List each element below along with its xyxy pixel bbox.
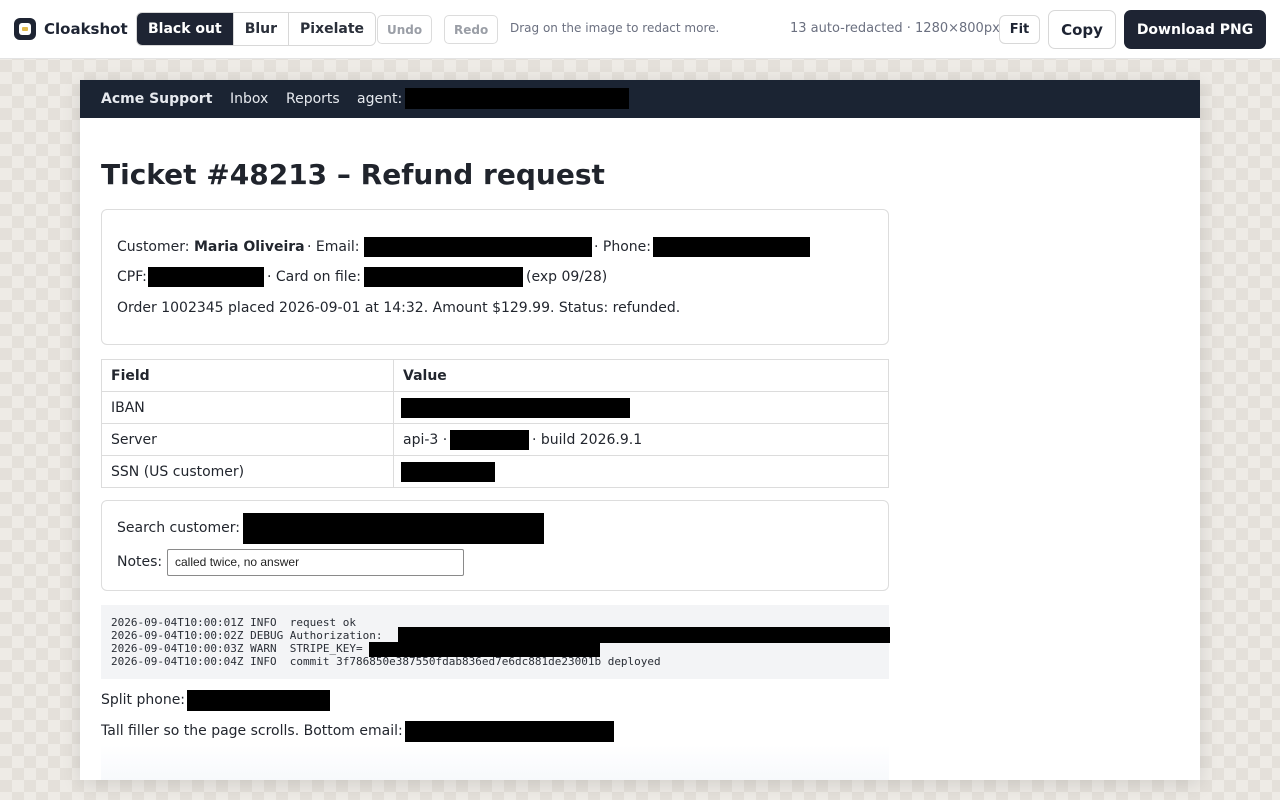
brand: Cloakshot [14,18,128,40]
fit-button[interactable]: Fit [999,15,1040,44]
redaction-status: 13 auto-redacted · 1280×800px [790,21,1000,36]
field-cell: SSN (US customer) [101,455,394,488]
order-line: Order 1002345 placed 2026-09-01 at 14:32… [117,300,681,316]
shot-agent-label: agent: [357,91,403,107]
search-form-card: Search customer: Notes: called twice, no… [101,500,889,591]
email-label: · Email: [307,239,360,255]
redaction-box-cpf[interactable] [148,267,264,287]
log-line: 2026-09-04T10:00:01Z INFO request ok [111,616,357,629]
redaction-box-phone[interactable] [653,237,810,257]
redaction-box-search-input[interactable] [243,513,544,544]
mode-black-out-button[interactable]: Black out [137,13,234,45]
card-expiry: (exp 09/28) [526,269,608,285]
cloakshot-logo-icon [14,18,36,40]
redaction-box-split-phone[interactable] [187,690,330,711]
customer-label: Customer: [117,239,190,255]
value-cell [393,391,889,424]
field-table: Field Value IBAN Server api-3 · · build … [101,359,889,488]
redaction-canvas[interactable]: Acme Support Inbox Reports agent: Ticket… [80,80,1200,780]
redaction-box-ssn[interactable] [401,462,495,482]
redaction-box-iban[interactable] [401,398,630,418]
cpf-label: CPF: [117,269,147,285]
field-cell: IBAN [101,391,394,424]
copy-button[interactable]: Copy [1048,10,1116,49]
redaction-box-bottom-email[interactable] [405,721,614,742]
app-toolbar: Cloakshot Black out Blur Pixelate Undo R… [0,0,1280,59]
drag-hint: Drag on the image to redact more. [510,21,720,35]
column-header-field: Field [101,359,394,392]
shot-brand: Acme Support [101,91,213,107]
mode-blur-button[interactable]: Blur [233,13,290,45]
notes-label: Notes: [117,554,163,570]
card-label: · Card on file: [267,269,362,285]
redaction-box-server-host[interactable] [450,430,529,450]
ticket-title: Ticket #48213 – Refund request [101,158,605,191]
redaction-mode-group: Black out Blur Pixelate [136,12,377,46]
table-row: Server api-3 · · build 2026.9.1 [101,423,889,456]
value-cell [393,455,889,488]
redo-button[interactable]: Redo [444,15,499,44]
shot-nav-inbox: Inbox [230,91,269,107]
filler-text: Tall filler so the page scrolls. Bottom … [101,723,403,739]
customer-name: Maria Oliveira [193,239,305,255]
redaction-box-authorization[interactable] [398,627,890,643]
shot-nav-reports: Reports [286,91,340,107]
redaction-box-card[interactable] [364,267,523,287]
customer-line: Customer: Maria Oliveira [117,239,305,255]
field-cell: Server [101,423,394,456]
redaction-box-agent[interactable] [405,88,629,109]
redaction-box-stripe-key[interactable] [369,642,600,657]
log-line: 2026-09-04T10:00:02Z DEBUG Authorization… [111,629,383,642]
customer-card: Customer: Maria Oliveira · Email: · Phon… [101,209,889,345]
table-row: SSN (US customer) [101,455,889,488]
phone-label: · Phone: [594,239,651,255]
value-cell: api-3 · · build 2026.9.1 [393,423,889,456]
split-phone-label: Split phone: [101,692,186,708]
mode-pixelate-button[interactable]: Pixelate [289,13,376,45]
app-name: Cloakshot [44,20,128,38]
undo-button[interactable]: Undo [377,15,433,44]
notes-input[interactable]: called twice, no answer [167,549,464,576]
log-line: 2026-09-04T10:00:03Z WARN STRIPE_KEY= [111,642,363,655]
column-header-value: Value [393,359,889,392]
table-row: IBAN [101,391,889,424]
download-png-button[interactable]: Download PNG [1124,10,1266,49]
filler-area [101,745,889,780]
redaction-box-email[interactable] [364,237,592,257]
search-customer-label: Search customer: [117,520,240,536]
server-prefix: api-3 · [403,431,448,448]
shot-nav-bar: Acme Support Inbox Reports agent: [80,80,1200,118]
server-build: · build 2026.9.1 [532,432,643,448]
table-header-row: Field Value [101,359,889,392]
